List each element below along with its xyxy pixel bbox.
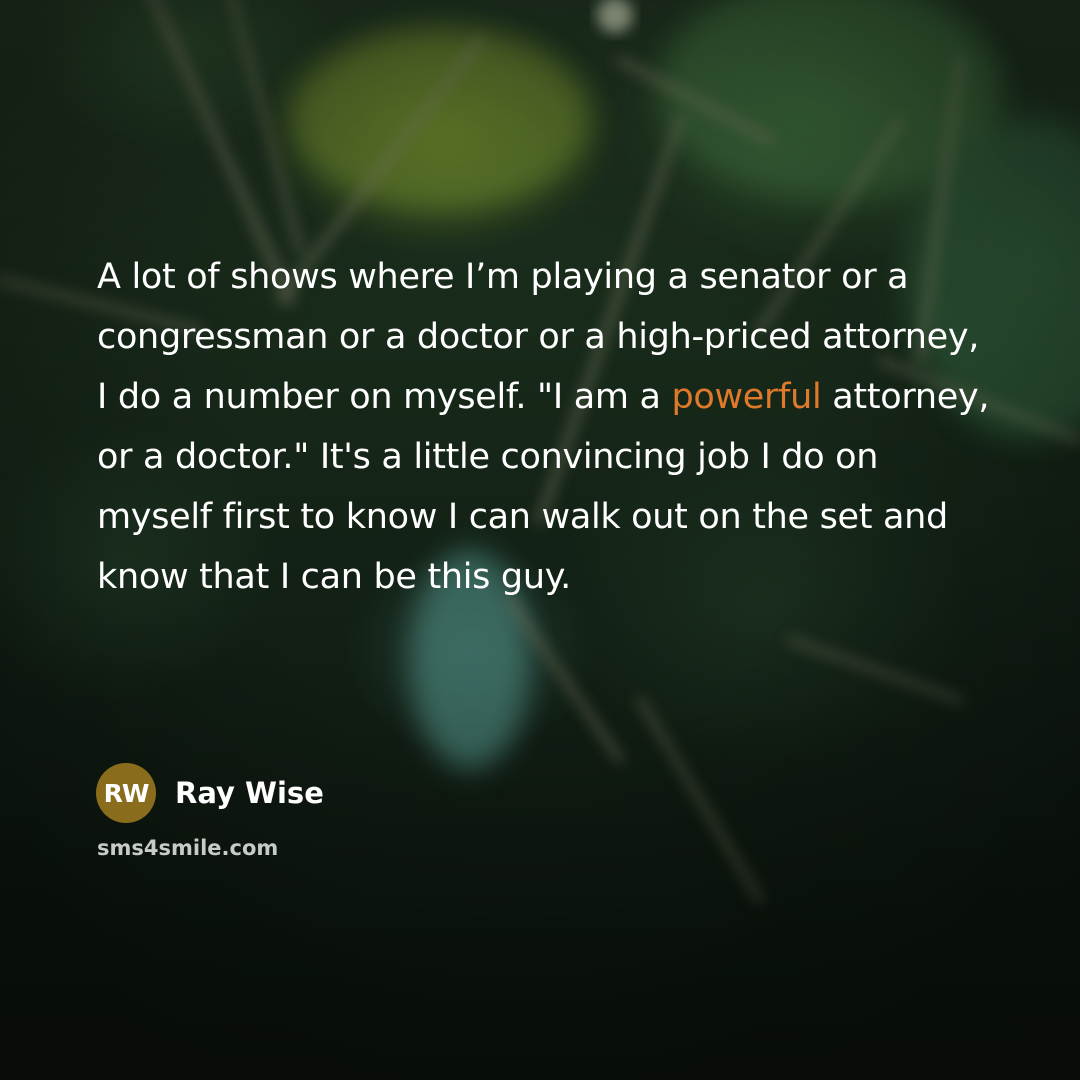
author-name: Ray Wise xyxy=(175,776,324,810)
author-avatar: RW xyxy=(96,763,156,823)
site-watermark: sms4smile.com xyxy=(97,836,279,860)
quote-card: A lot of shows where I’m playing a senat… xyxy=(0,0,1080,1080)
quote-highlight-word: powerful xyxy=(671,377,822,417)
author-row: RW Ray Wise xyxy=(96,763,324,823)
quote-text: A lot of shows where I’m playing a senat… xyxy=(97,247,997,607)
